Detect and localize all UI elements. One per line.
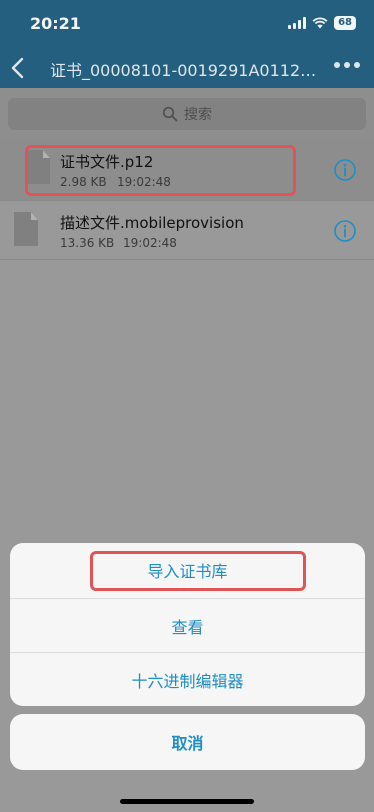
search-placeholder: 搜索 xyxy=(184,107,212,123)
file-row-mobileprovision[interactable]: 描述文件.mobileprovision 13.36 KB 19:02:48 xyxy=(0,200,374,260)
wifi-icon xyxy=(312,17,328,29)
cancel-button[interactable]: 取消 xyxy=(10,714,365,770)
status-bar: 20:21 68 xyxy=(0,0,374,48)
nav-bar: 证书_00008101-0019291A01120... xyxy=(0,48,374,88)
home-indicator xyxy=(120,799,254,804)
file-size: 13.36 KB xyxy=(60,236,115,250)
battery-icon: 68 xyxy=(334,16,356,30)
search-icon xyxy=(162,106,178,122)
hex-editor-button[interactable]: 十六进制编辑器 xyxy=(10,652,365,706)
status-icons: 68 xyxy=(288,16,356,30)
info-icon[interactable] xyxy=(333,158,357,182)
file-time: 19:02:48 xyxy=(123,236,177,250)
highlight-annotation xyxy=(25,145,296,196)
file-name: 描述文件.mobileprovision xyxy=(60,214,244,232)
highlight-annotation xyxy=(90,551,306,591)
info-icon[interactable] xyxy=(333,219,357,243)
search-input[interactable]: 搜索 xyxy=(8,98,366,130)
action-sheet: 导入证书库 查看 十六进制编辑器 xyxy=(10,543,365,706)
more-dots-icon[interactable] xyxy=(334,62,360,68)
search-area: 搜索 xyxy=(0,88,374,140)
signal-icon xyxy=(288,17,307,29)
file-icon xyxy=(14,212,38,246)
view-button[interactable]: 查看 xyxy=(10,598,365,652)
nav-title: 证书_00008101-0019291A01120... xyxy=(50,61,322,80)
status-time: 20:21 xyxy=(30,14,81,33)
back-chevron-icon[interactable] xyxy=(6,54,30,82)
